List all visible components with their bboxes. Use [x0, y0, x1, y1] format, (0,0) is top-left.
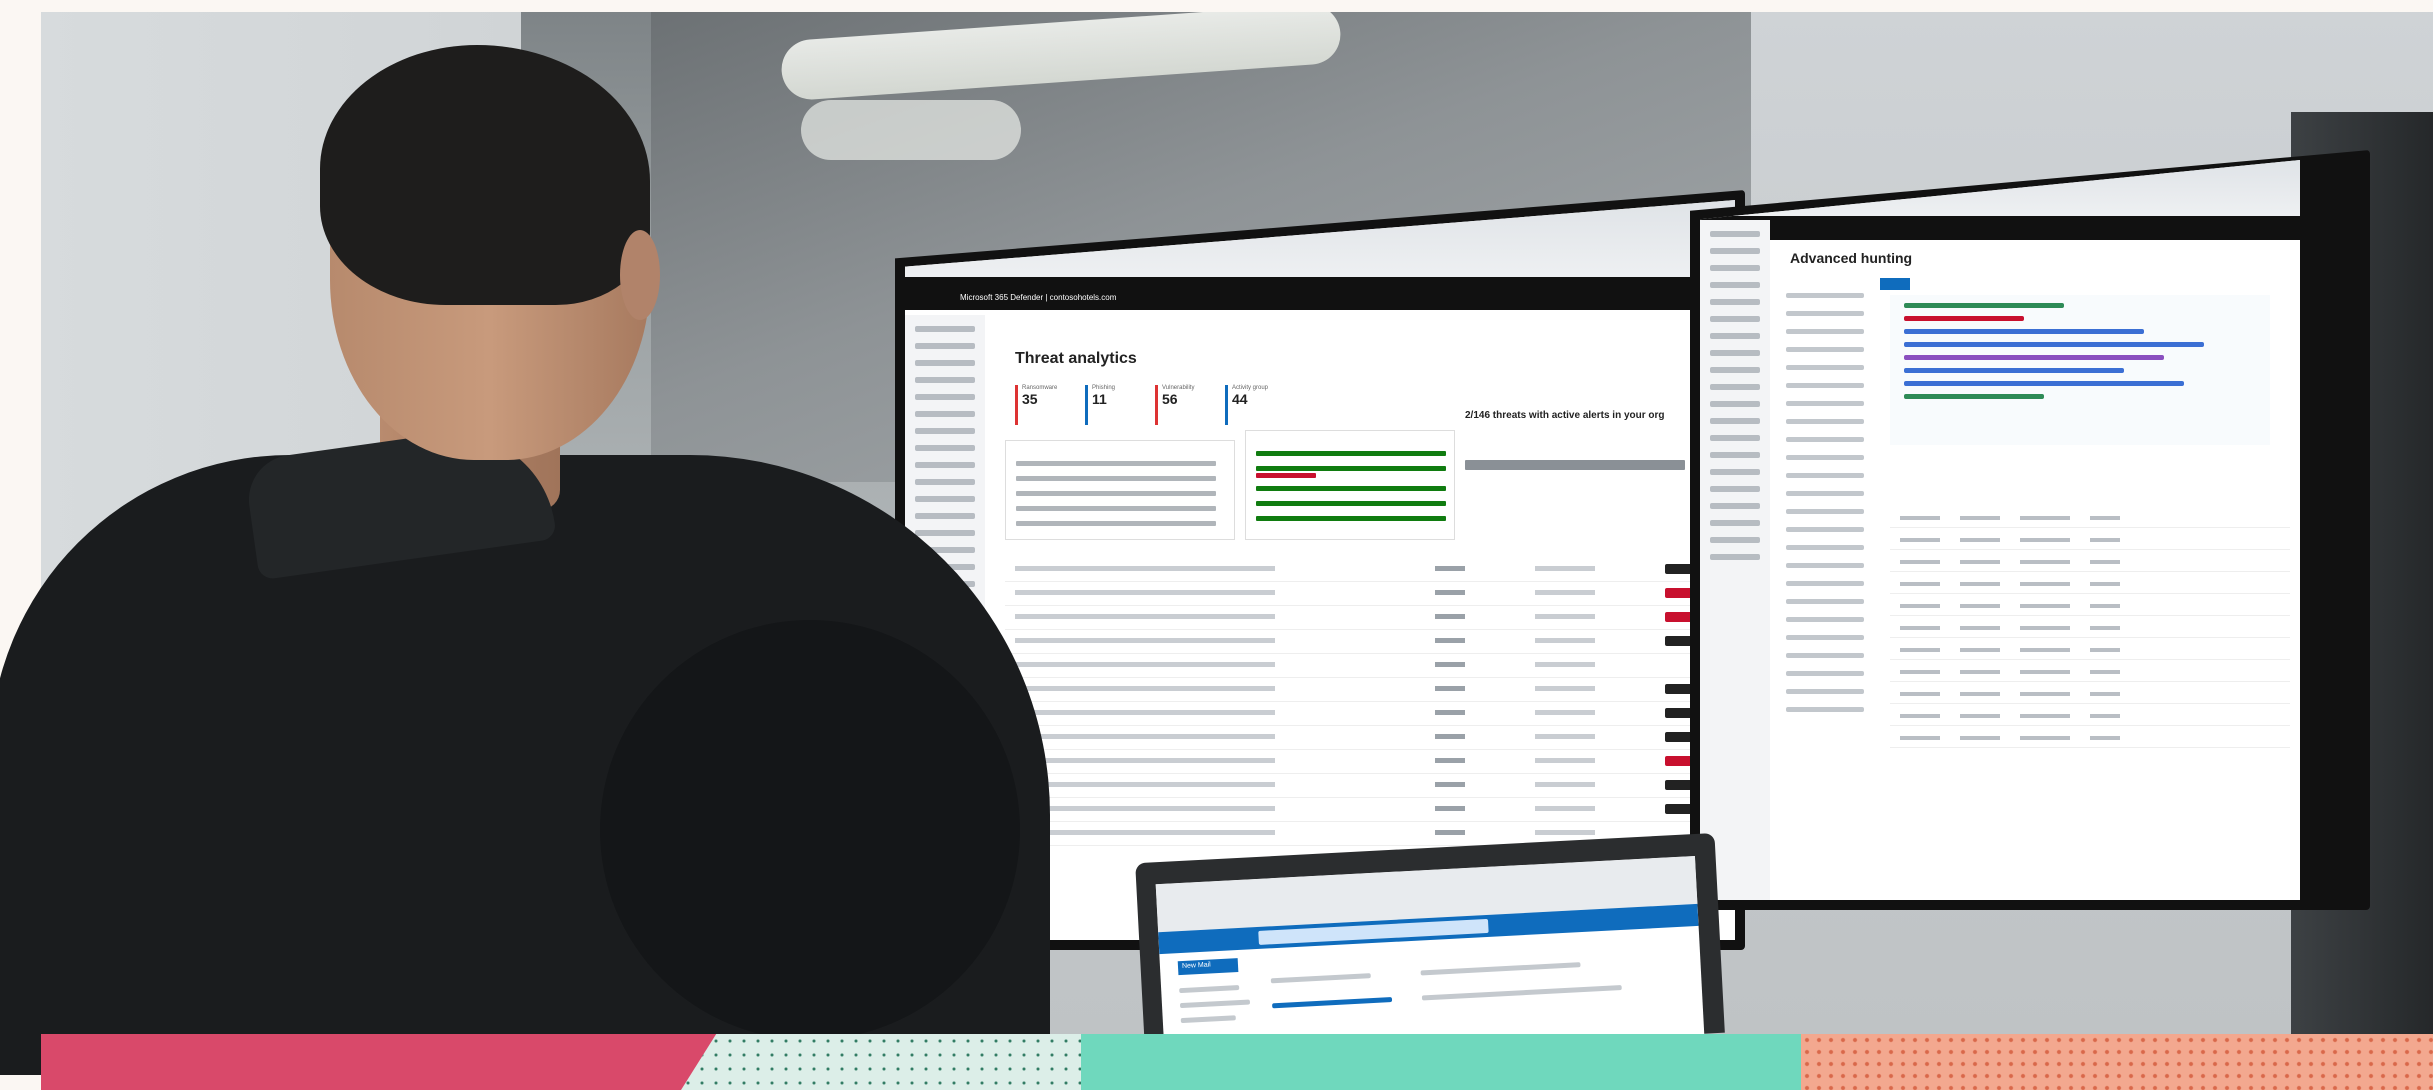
high-impact-threats-card	[1245, 430, 1455, 540]
page-title: Threat analytics	[1015, 350, 1137, 367]
results-row	[1890, 708, 2290, 726]
summary-bar	[1465, 460, 1685, 470]
schema-tree	[1780, 280, 1870, 900]
table-row	[1005, 680, 1705, 702]
results-row	[1890, 510, 2290, 528]
banner-speckle-block	[681, 1034, 1121, 1090]
table-row	[1005, 800, 1705, 822]
person-ear	[620, 230, 660, 320]
table-row	[1005, 752, 1705, 774]
page-title: Advanced hunting	[1790, 250, 1913, 266]
table-row	[1005, 776, 1705, 798]
kpi-phishing: Phishing 11	[1085, 385, 1145, 425]
results-row	[1890, 730, 2290, 748]
latest-threats-card	[1005, 440, 1235, 540]
decorative-banner	[41, 1034, 2433, 1090]
banner-pink-block	[41, 1034, 731, 1090]
kpi-activity-group: Activity group 44	[1225, 385, 1285, 425]
outlook-screen: New Mail	[1155, 855, 1705, 1065]
results-row	[1890, 620, 2290, 638]
results-row	[1890, 686, 2290, 704]
table-row	[1005, 560, 1705, 582]
table-row	[1005, 608, 1705, 630]
threat-summary: 2/146 threats with active alerts in your…	[1465, 410, 1665, 421]
table-row	[1005, 704, 1705, 726]
results-row	[1890, 598, 2290, 616]
table-row	[1005, 584, 1705, 606]
person-shoulder	[600, 620, 1020, 1040]
query-editor	[1890, 295, 2270, 445]
run-query-button	[1880, 278, 1910, 290]
table-row	[1005, 656, 1705, 678]
table-row	[1005, 632, 1705, 654]
ceiling-light-reflection	[801, 100, 1021, 160]
table-row	[1005, 728, 1705, 750]
new-mail-button: New Mail	[1177, 958, 1239, 976]
results-row	[1890, 554, 2290, 572]
banner-coral-block	[1801, 1034, 2433, 1090]
results-row	[1890, 664, 2290, 682]
banner-mint-block	[1081, 1034, 1841, 1090]
advanced-hunting-screen: Advanced hunting	[1700, 160, 2300, 900]
side-nav	[1700, 220, 1770, 900]
app-name: Microsoft 365 Defender | contosohotels.c…	[960, 293, 1117, 302]
kpi-vulnerability: Vulnerability 56	[1155, 385, 1215, 425]
results-row	[1890, 532, 2290, 550]
results-row	[1890, 576, 2290, 594]
results-row	[1890, 642, 2290, 660]
kpi-ransomware: Ransomware 35	[1015, 385, 1075, 425]
